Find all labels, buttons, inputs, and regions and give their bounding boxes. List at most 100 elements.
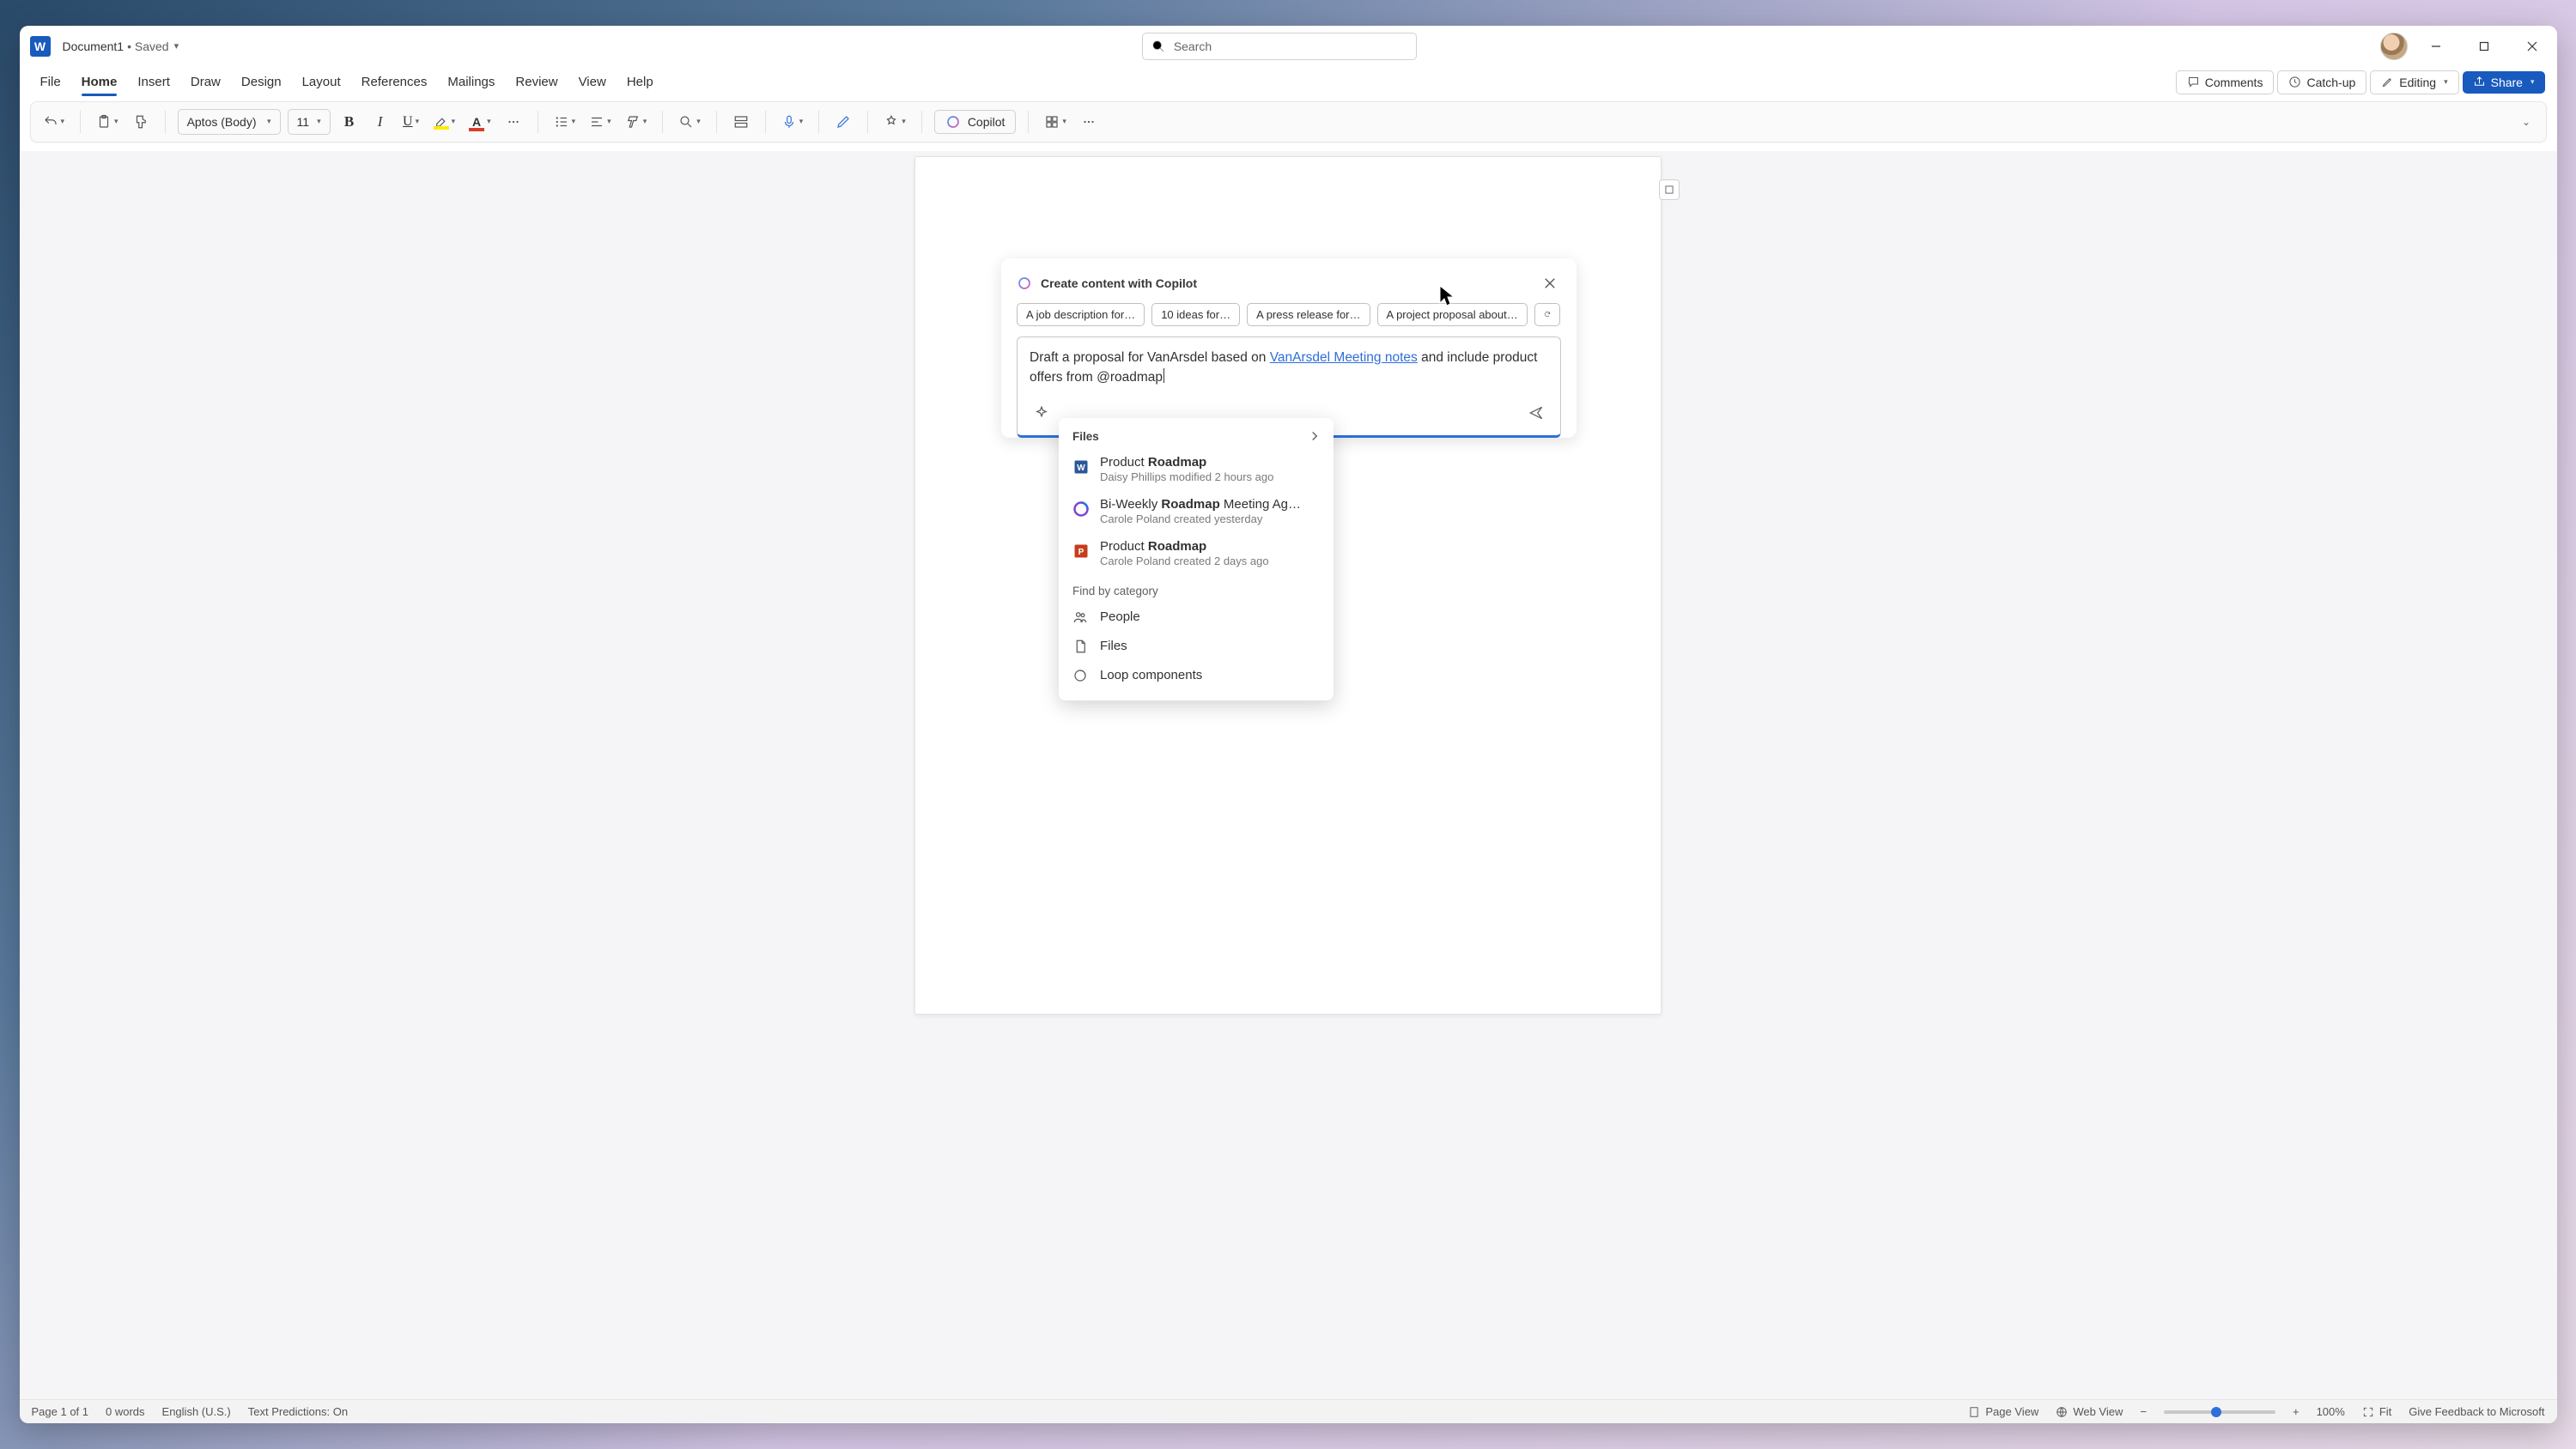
font-color-button[interactable]: A▾	[465, 108, 495, 136]
dictate-button[interactable]: ▾	[778, 108, 807, 136]
prompt-text: Draft a proposal for VanArsdel based on …	[1030, 348, 1548, 388]
copilot-compose-card: Create content with Copilot A job descri…	[1001, 258, 1577, 439]
prompt-inspire-button[interactable]	[1030, 399, 1054, 427]
italic-button[interactable]: I	[368, 108, 392, 136]
zoom-level[interactable]: 100%	[2317, 1405, 2345, 1418]
document-title[interactable]: Document1	[63, 39, 125, 53]
suggestion-chips: A job description for… 10 ideas for… A p…	[1017, 303, 1561, 326]
maximize-button[interactable]	[2464, 33, 2504, 60]
loop-file-icon	[1072, 499, 1090, 519]
file-item-word[interactable]: W Product Roadmap Daisy Phillips modifie…	[1071, 448, 1321, 490]
category-files[interactable]: Files	[1071, 632, 1321, 661]
font-name-select[interactable]: Aptos (Body)▾	[178, 109, 281, 135]
file-name: Product Roadmap	[1100, 455, 1320, 470]
user-avatar[interactable]	[2380, 33, 2408, 60]
tab-draw[interactable]: Draw	[182, 71, 229, 93]
chip-ideas[interactable]: 10 ideas for…	[1151, 303, 1240, 326]
language-indicator[interactable]: English (U.S.)	[162, 1405, 231, 1418]
copilot-card-title: Create content with Copilot	[1041, 276, 1197, 290]
tab-view[interactable]: View	[570, 71, 615, 93]
web-view-button[interactable]: Web View	[2056, 1405, 2123, 1418]
close-copilot-button[interactable]	[1539, 272, 1561, 294]
find-button[interactable]: ▾	[675, 108, 704, 136]
more-formatting-button[interactable]	[501, 108, 526, 136]
refresh-suggestions-button[interactable]	[1534, 303, 1560, 326]
document-canvas[interactable]: Create content with Copilot A job descri…	[20, 151, 2557, 1400]
zoom-thumb[interactable]	[2211, 1407, 2221, 1417]
tab-layout[interactable]: Layout	[294, 71, 349, 93]
page-view-button[interactable]: Page View	[1968, 1405, 2038, 1418]
app-window: W Document1 • Saved ▾ Search File Home I…	[20, 26, 2557, 1424]
save-status: • Saved	[127, 39, 169, 53]
tab-home[interactable]: Home	[73, 71, 126, 93]
chip-press-release[interactable]: A press release for…	[1247, 303, 1370, 326]
designer-button[interactable]: ▾	[880, 108, 909, 136]
fit-button[interactable]: Fit	[2362, 1405, 2391, 1418]
share-button[interactable]: Share ▾	[2463, 71, 2545, 94]
bullets-button[interactable]: ▾	[550, 108, 580, 136]
zoom-in-button[interactable]: +	[2293, 1405, 2300, 1418]
bold-button[interactable]: B	[337, 108, 361, 136]
tab-design[interactable]: Design	[233, 71, 290, 93]
tab-mailings[interactable]: Mailings	[439, 71, 503, 93]
text-predictions-indicator[interactable]: Text Predictions: On	[248, 1405, 348, 1418]
highlight-button[interactable]: ▾	[430, 108, 459, 136]
chevron-down-icon: ▾	[2444, 77, 2448, 87]
copilot-icon	[1017, 276, 1032, 291]
send-prompt-button[interactable]	[1524, 399, 1548, 427]
ribbon-overflow-button[interactable]	[1077, 108, 1101, 136]
styles-button[interactable]	[729, 108, 753, 136]
status-bar: Page 1 of 1 0 words English (U.S.) Text …	[20, 1399, 2557, 1423]
word-count[interactable]: 0 words	[106, 1405, 145, 1418]
align-button[interactable]: ▾	[586, 108, 615, 136]
document-page[interactable]: Create content with Copilot A job descri…	[914, 156, 1662, 1015]
category-people[interactable]: People	[1071, 603, 1321, 632]
word-app-icon: W	[30, 36, 51, 57]
font-size-select[interactable]: 11▾	[288, 109, 331, 135]
chip-project-proposal[interactable]: A project proposal about…	[1377, 303, 1528, 326]
zoom-slider[interactable]	[2164, 1410, 2275, 1414]
page-view-icon	[1968, 1406, 1980, 1418]
feedback-link[interactable]: Give Feedback to Microsoft	[2409, 1405, 2544, 1418]
file-item-ppt[interactable]: P Product Roadmap Carole Poland created …	[1071, 532, 1321, 574]
add-in-button[interactable]: ▾	[1041, 108, 1070, 136]
ribbon-collapse-button[interactable]: ⌄	[2513, 108, 2537, 136]
clock-icon	[2288, 76, 2301, 88]
underline-button[interactable]: U▾	[399, 108, 423, 136]
undo-button[interactable]: ▾	[39, 108, 69, 136]
file-meta: Carole Poland created yesterday	[1100, 512, 1320, 525]
minimize-button[interactable]	[2416, 33, 2456, 60]
editor-button[interactable]	[831, 108, 855, 136]
copilot-icon	[945, 114, 961, 130]
comments-button[interactable]: Comments	[2176, 70, 2275, 94]
copilot-toolbar-button[interactable]: Copilot	[934, 110, 1017, 134]
svg-text:W: W	[1077, 464, 1085, 473]
chip-job-description[interactable]: A job description for…	[1017, 303, 1145, 326]
category-loop[interactable]: Loop components	[1071, 661, 1321, 690]
file-name: Bi-Weekly Roadmap Meeting Ag…	[1100, 497, 1320, 512]
files-section-header[interactable]: Files	[1071, 425, 1321, 448]
ribbon-toolbar: ▾ ▾ Aptos (Body)▾ 11▾ B I U▾ ▾ A▾ ▾ ▾ ▾ …	[30, 101, 2547, 142]
word-file-icon: W	[1072, 457, 1090, 477]
prompt-file-reference[interactable]: VanArsdel Meeting notes	[1270, 350, 1418, 365]
close-button[interactable]	[2512, 33, 2552, 60]
text-cursor	[1163, 368, 1164, 383]
editing-mode-button[interactable]: Editing ▾	[2370, 70, 2458, 94]
tab-insert[interactable]: Insert	[129, 71, 179, 93]
copilot-prompt-input[interactable]: Draft a proposal for VanArsdel based on …	[1017, 336, 1561, 439]
search-input[interactable]: Search	[1142, 33, 1417, 60]
page-indicator[interactable]: Page 1 of 1	[32, 1405, 89, 1418]
tab-help[interactable]: Help	[618, 71, 662, 93]
file-item-loop[interactable]: Bi-Weekly Roadmap Meeting Ag… Carole Pol…	[1071, 490, 1321, 532]
page-side-handle[interactable]	[1659, 179, 1680, 200]
catch-up-button[interactable]: Catch-up	[2277, 70, 2366, 94]
format-painter-button[interactable]	[129, 108, 153, 136]
tab-review[interactable]: Review	[507, 71, 566, 93]
tab-references[interactable]: References	[353, 71, 436, 93]
chevron-right-icon	[1309, 431, 1320, 441]
zoom-out-button[interactable]: −	[2140, 1405, 2147, 1418]
paste-button[interactable]: ▾	[93, 108, 122, 136]
file-reference-popover: Files W Product Roadmap Daisy Phillips m…	[1059, 418, 1334, 700]
clear-formatting-button[interactable]: ▾	[622, 108, 651, 136]
tab-file[interactable]: File	[32, 71, 70, 93]
